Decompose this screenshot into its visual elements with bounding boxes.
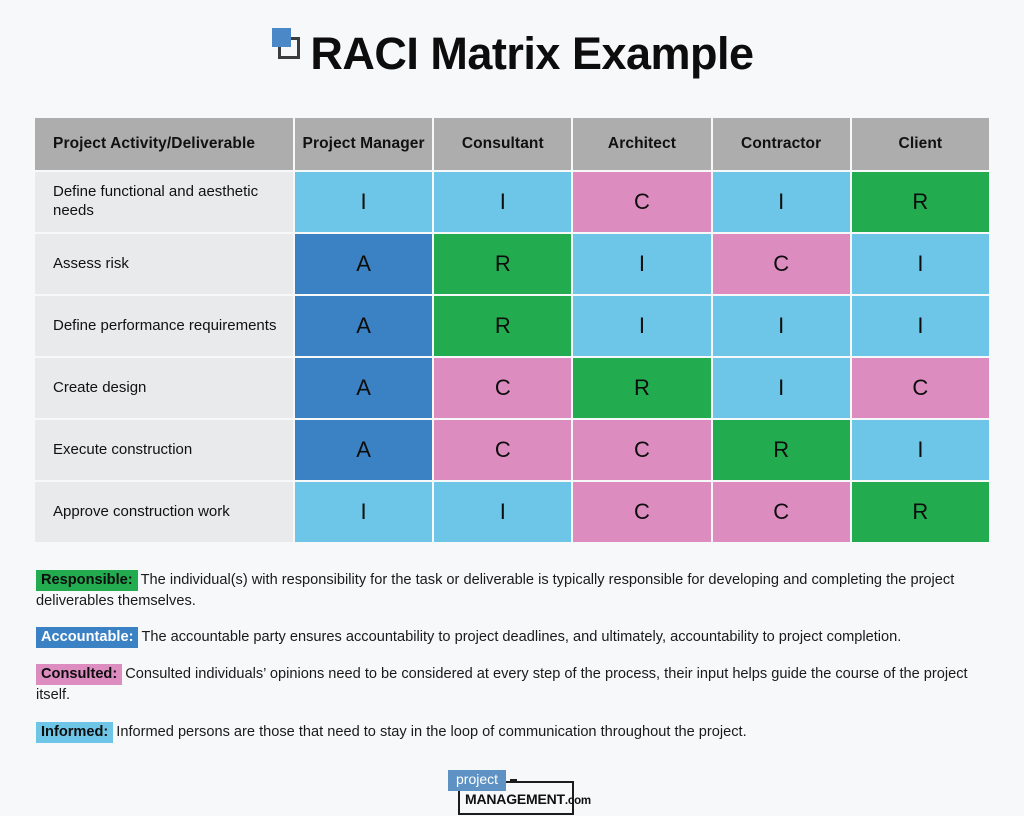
raci-cell: R	[712, 420, 850, 480]
raci-cell: I	[573, 296, 711, 356]
raci-cell: R	[573, 358, 711, 418]
logo-word-project: project	[448, 770, 507, 791]
legend-item-accountable: Accountable: The accountable party ensure…	[36, 627, 988, 649]
table-row: Define performance requirements A R I I …	[35, 296, 989, 356]
raci-cell: R	[851, 482, 989, 542]
raci-cell: I	[295, 172, 433, 232]
logo-dotcom-text: .com	[564, 795, 591, 808]
raci-cell: I	[851, 234, 989, 294]
table-row: Execute construction A C C R I	[35, 420, 989, 480]
raci-cell: I	[434, 482, 572, 542]
legend-text-consulted: Consulted individuals’ opinions need to …	[36, 666, 968, 703]
page-title: RACI Matrix Example	[310, 27, 754, 79]
logo-word-management: MANAGEMENT.com	[465, 791, 591, 807]
raci-cell: C	[573, 420, 711, 480]
raci-cell: A	[295, 296, 433, 356]
legend: Responsible: The individual(s) with respo…	[36, 570, 988, 743]
row-label: Create design	[35, 358, 293, 418]
project-management-logo: project MANAGEMENT.com	[448, 770, 591, 816]
legend-item-consulted: Consulted: Consulted individuals’ opinion…	[36, 664, 988, 705]
table-body: Define functional and aesthetic needs I …	[35, 172, 989, 542]
raci-cell: C	[851, 358, 989, 418]
column-header-architect: Architect	[573, 118, 711, 170]
raci-cell: I	[851, 296, 989, 356]
column-header-consultant: Consultant	[434, 118, 572, 170]
column-header-project-manager: Project Manager	[295, 118, 433, 170]
raci-cell: C	[434, 420, 572, 480]
table-header-row: Project Activity/Deliverable Project Man…	[35, 118, 989, 170]
raci-cell: R	[434, 234, 572, 294]
raci-cell: A	[295, 234, 433, 294]
raci-cell: C	[573, 172, 711, 232]
table-row: Define functional and aesthetic needs I …	[35, 172, 989, 232]
raci-cell: C	[434, 358, 572, 418]
legend-item-responsible: Responsible: The individual(s) with respo…	[36, 570, 988, 611]
row-label: Define functional and aesthetic needs	[35, 172, 293, 232]
raci-cell: I	[295, 482, 433, 542]
table-row: Create design A C R I C	[35, 358, 989, 418]
overlapping-squares-icon	[270, 24, 304, 64]
raci-cell: A	[295, 358, 433, 418]
table-row: Approve construction work I I C C R	[35, 482, 989, 542]
legend-badge-accountable: Accountable:	[36, 627, 139, 649]
raci-cell: C	[712, 482, 850, 542]
raci-cell: C	[712, 234, 850, 294]
raci-cell: I	[434, 172, 572, 232]
logo-dash-shape	[510, 779, 517, 782]
raci-cell: I	[851, 420, 989, 480]
column-header-contractor: Contractor	[712, 118, 850, 170]
legend-text-informed: Informed persons are those that need to …	[116, 723, 747, 740]
raci-cell: R	[434, 296, 572, 356]
legend-badge-responsible: Responsible:	[36, 570, 138, 591]
row-label: Approve construction work	[35, 482, 293, 542]
row-label: Define performance requirements	[35, 296, 293, 356]
raci-cell: I	[712, 296, 850, 356]
solid-square-shape	[272, 28, 292, 47]
raci-cell: I	[712, 172, 850, 232]
raci-matrix-table: Project Activity/Deliverable Project Man…	[33, 116, 991, 544]
raci-cell: I	[712, 358, 850, 418]
row-label: Execute construction	[35, 420, 293, 480]
raci-cell: R	[851, 172, 989, 232]
raci-cell: A	[295, 420, 433, 480]
legend-badge-consulted: Consulted:	[36, 664, 123, 686]
raci-matrix-container: Project Activity/Deliverable Project Man…	[33, 116, 991, 544]
logo-management-text: MANAGEMENT	[465, 791, 565, 808]
legend-badge-informed: Informed:	[36, 721, 114, 743]
raci-cell: I	[573, 234, 711, 294]
column-header-activity: Project Activity/Deliverable	[35, 118, 293, 170]
footer: project MANAGEMENT.com	[0, 770, 1024, 816]
table-row: Assess risk A R I C I	[35, 234, 989, 294]
legend-text-responsible: The individual(s) with responsibility fo…	[36, 572, 955, 609]
raci-cell: C	[573, 482, 711, 542]
legend-item-informed: Informed: Informed persons are those that…	[36, 721, 988, 743]
legend-text-accountable: The accountable party ensures accountabi…	[141, 629, 902, 646]
column-header-client: Client	[851, 118, 989, 170]
row-label: Assess risk	[35, 234, 293, 294]
page-header: RACI Matrix Example	[0, 0, 1024, 100]
